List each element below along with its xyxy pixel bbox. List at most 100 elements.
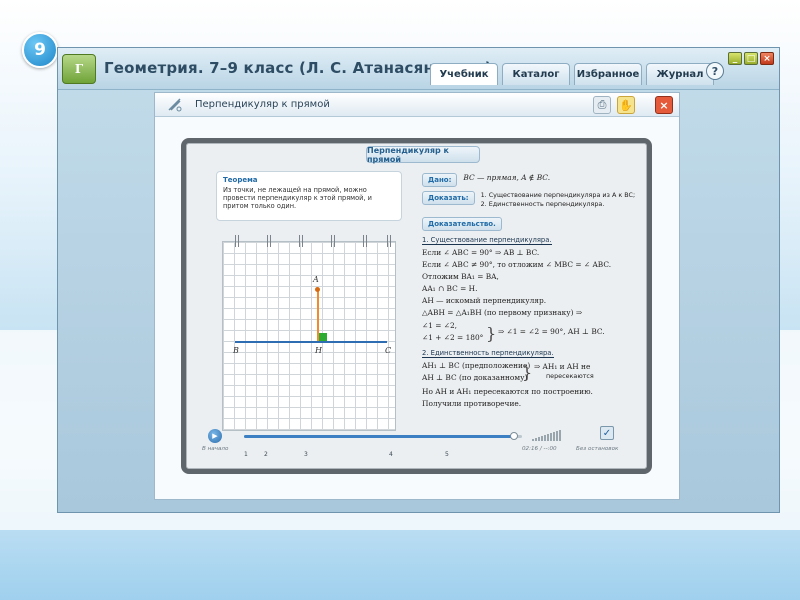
close-icon: ×	[763, 53, 771, 64]
proof-line: AH — искомый перпендикуляр.	[422, 296, 547, 305]
slide-number: 9	[34, 40, 46, 60]
print-button[interactable]: ⎙	[593, 96, 611, 114]
tab-textbook[interactable]: Учебник	[430, 63, 498, 85]
proof-label: Доказательство.	[422, 217, 502, 231]
label-h: H	[315, 346, 322, 355]
close-lesson-icon: ×	[659, 98, 669, 112]
time-display: 02:16 / --:00	[522, 446, 557, 452]
label-c: C	[385, 346, 392, 355]
proof-line: Но AH и AH₁ пересекаются по построению.	[422, 387, 593, 396]
binder-clip-icon	[267, 235, 271, 247]
help-icon: ?	[711, 64, 719, 78]
line-bc	[235, 341, 387, 343]
brace-result: ⇒ ∠1 = ∠2 = 90°, AH ⊥ BC.	[498, 327, 605, 336]
tab-catalog[interactable]: Каталог	[502, 63, 570, 85]
volume-bar	[544, 435, 546, 441]
step-marker[interactable]: 5	[445, 451, 449, 458]
board-title: Перпендикуляр к прямой	[366, 146, 480, 164]
proof-column: Дано: BC — прямая, A ∉ BC. Доказать: 1. …	[422, 169, 636, 425]
progress-slider[interactable]	[244, 432, 522, 440]
binder-clip-icon	[235, 235, 239, 247]
binder-clip-icon	[331, 235, 335, 247]
brace-line: ∠1 = ∠2,	[422, 321, 458, 330]
minimize-icon: _	[732, 53, 738, 64]
volume-bar	[556, 431, 558, 441]
close-lesson-button[interactable]: ×	[655, 96, 673, 114]
brace-line: ∠1 + ∠2 = 180°	[422, 333, 484, 342]
ruler-compass-icon	[167, 97, 183, 113]
proof-line: Отложим BA₁ = BA,	[422, 272, 499, 281]
maximize-icon: □	[746, 53, 756, 64]
play-icon: ▶	[212, 432, 218, 440]
drawing-grid: A B H C	[222, 235, 396, 431]
given-label: Дано:	[422, 173, 458, 187]
theorem-text: Из точки, не лежащей на прямой, можно пр…	[223, 186, 372, 210]
close-window-button[interactable]: ×	[760, 52, 774, 65]
volume-bar	[559, 430, 561, 441]
prove-row: Доказать: 1. Существование перпендикуляр…	[422, 191, 635, 209]
help-button[interactable]: ?	[706, 62, 724, 80]
whiteboard: Перпендикуляр к прямой Теорема Из точки,…	[181, 138, 652, 474]
right-angle-mark	[319, 333, 327, 341]
slide-number-badge: 9	[22, 32, 58, 68]
proof-line: Если ∠ ABC ≠ 90°, то отложим ∠ MBC = ∠ A…	[422, 260, 612, 269]
brace-line: AH₁ ⊥ BC (предположение)	[422, 361, 531, 370]
volume-bar	[535, 438, 537, 441]
app-logo-letter: Г	[74, 62, 84, 76]
maximize-button[interactable]: □	[744, 52, 758, 65]
proof-line: △ABH = △A₁BH (по первому признаку) ⇒	[422, 308, 583, 317]
app-logo-icon: Г	[62, 54, 96, 84]
progress-knob[interactable]	[509, 432, 518, 440]
progress-fill	[244, 435, 514, 438]
lesson-header: Перпендикуляр к прямой ⎙ ✋ ×	[155, 93, 679, 117]
section-uniqueness-title: 2. Единственность перпендикуляра.	[422, 349, 554, 358]
given-row: Дано: BC — прямая, A ∉ BC.	[422, 173, 550, 187]
theorem-box: Теорема Из точки, не лежащей на прямой, …	[216, 171, 402, 221]
proof-line: Если ∠ ABC = 90° ⇒ AB ⊥ BC.	[422, 248, 540, 257]
binder-clip-icon	[387, 235, 391, 247]
brace-result: ⇒ AH₁ и AH не	[534, 362, 591, 371]
prove-item: 2. Единственность перпендикуляра.	[480, 200, 605, 208]
theorem-label: Теорема	[223, 176, 258, 184]
volume-bar	[547, 434, 549, 441]
lesson-title: Перпендикуляр к прямой	[195, 99, 330, 110]
proof-label-row: Доказательство.	[422, 217, 502, 231]
step-marker[interactable]: 1	[244, 451, 248, 458]
prove-item: 1. Существование перпендикуляра из A к B…	[480, 191, 636, 199]
app-window: Г Геометрия. 7–9 класс (Л. С. Атанасян и…	[57, 47, 780, 513]
volume-control[interactable]	[532, 430, 561, 441]
brace-icon: }	[522, 363, 533, 382]
step-marker[interactable]: 2	[264, 451, 268, 458]
play-button[interactable]: ▶	[208, 429, 222, 443]
brace-line: AH ⊥ BC (по доказанному)	[422, 373, 528, 382]
proof-line: Получили противоречие.	[422, 399, 522, 408]
step-marker[interactable]: 3	[304, 451, 308, 458]
label-a: A	[313, 275, 319, 284]
volume-bar	[532, 439, 534, 441]
point-a	[315, 287, 320, 292]
minimize-button[interactable]: _	[728, 52, 742, 65]
brace-result: пересекаются	[546, 372, 594, 380]
tab-favorites[interactable]: Избранное	[574, 63, 642, 85]
hand-button[interactable]: ✋	[617, 96, 635, 114]
binder-clip-icon	[299, 235, 303, 247]
animation-player: ▶ ✓ В начало 02:16 / --:00 Без остановок…	[202, 426, 632, 461]
lesson-panel: Перпендикуляр к прямой ⎙ ✋ × Перпендикул…	[154, 92, 680, 500]
volume-bar	[541, 436, 543, 441]
no-stop-label: Без остановок	[576, 446, 619, 452]
volume-bar	[553, 432, 555, 441]
hand-icon: ✋	[619, 98, 633, 112]
proof-line: AA₁ ∩ BC = H.	[422, 284, 478, 293]
main-tabs: Учебник Каталог Избранное Журнал	[430, 63, 714, 85]
label-b: B	[233, 346, 239, 355]
volume-bar	[538, 437, 540, 441]
printer-icon: ⎙	[597, 98, 607, 111]
start-label[interactable]: В начало	[202, 446, 228, 452]
binder-clip-icon	[363, 235, 367, 247]
title-bar: Г Геометрия. 7–9 класс (Л. С. Атанасян и…	[58, 48, 779, 90]
brace-icon: }	[486, 324, 497, 343]
no-stop-checkbox[interactable]: ✓	[600, 426, 614, 440]
step-marker[interactable]: 4	[389, 451, 393, 458]
given-text: BC — прямая, A ∉ BC.	[463, 173, 551, 182]
tab-journal[interactable]: Журнал	[646, 63, 714, 85]
